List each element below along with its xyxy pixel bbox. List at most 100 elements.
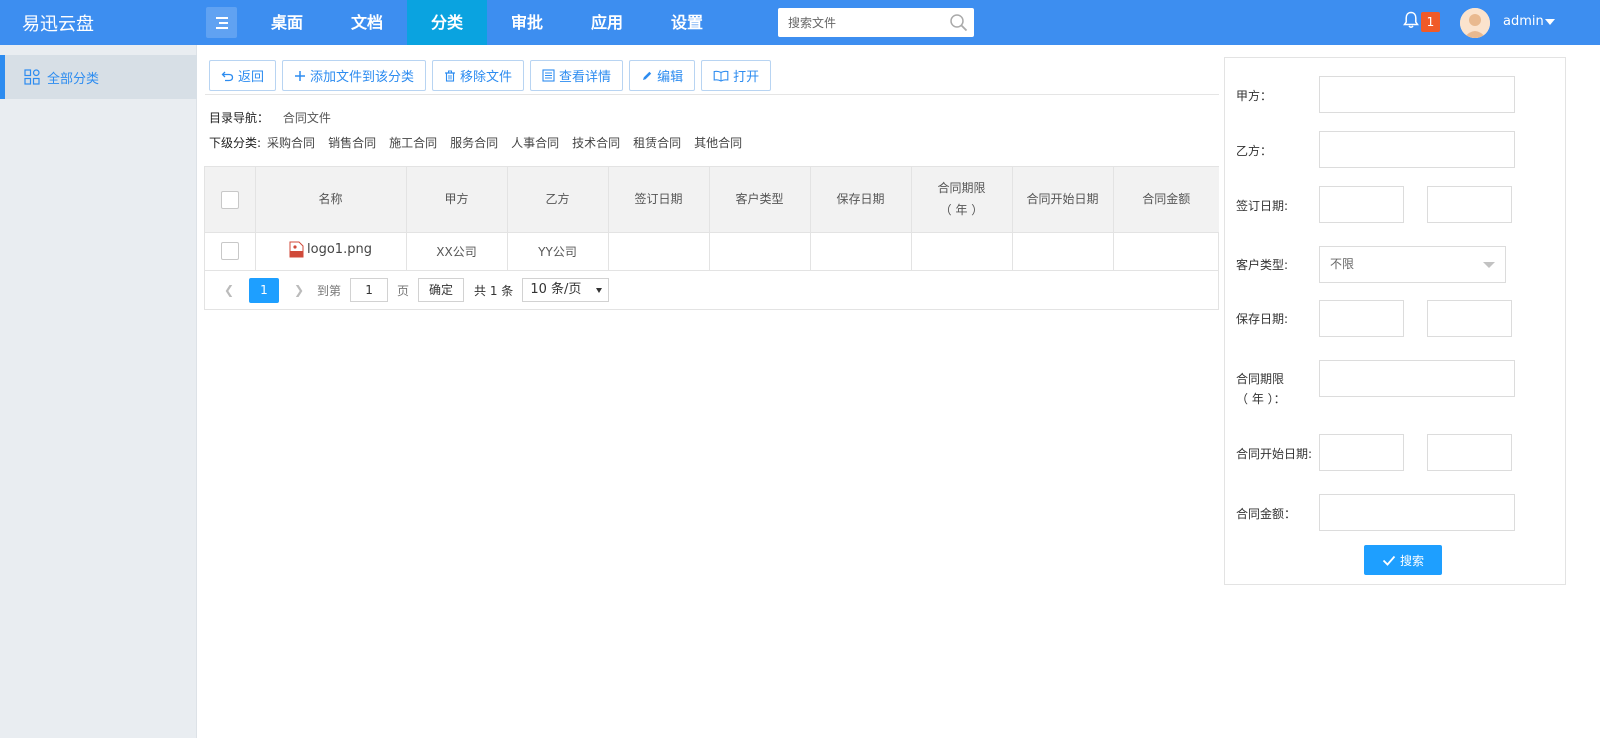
filter-party-b-input[interactable]	[1319, 131, 1515, 168]
subcategory-item-sales[interactable]: 销售合同	[328, 134, 376, 151]
filter-sign-date-start-input[interactable]	[1319, 186, 1404, 223]
header-party-b: 乙方	[507, 167, 609, 233]
caret-down-icon	[596, 288, 603, 293]
breadcrumb-label: 目录导航：	[209, 111, 270, 125]
open-button-label: 打开	[733, 70, 760, 85]
avatar[interactable]	[1460, 8, 1490, 38]
filter-save-date-end-input[interactable]	[1427, 300, 1512, 337]
subcategory-item-purchase[interactable]: 采购合同	[267, 134, 315, 151]
page-number-current[interactable]: 1	[249, 277, 279, 303]
remove-file-button-label: 移除文件	[460, 70, 513, 85]
caret-down-icon	[1483, 262, 1495, 268]
filter-amount-input[interactable]	[1319, 494, 1515, 531]
nav-settings[interactable]: 设置	[647, 0, 727, 45]
header-start-date: 合同开始日期	[1012, 167, 1114, 233]
user-menu-caret-icon[interactable]	[1545, 19, 1555, 25]
prev-page-icon[interactable]: ❮	[217, 283, 241, 297]
row-select-cell	[205, 232, 256, 271]
subcategory-item-construction[interactable]: 施工合同	[389, 134, 437, 151]
nav-apps[interactable]: 应用	[567, 0, 647, 45]
page-unit-label: 页	[397, 283, 410, 298]
header-save-date: 保存日期	[810, 167, 912, 233]
back-button-label: 返回	[238, 70, 265, 85]
page-size-select[interactable]: 10 条/页	[522, 278, 610, 302]
sidebar: 全部分类	[0, 45, 197, 738]
header-term-line1: 合同期限	[937, 181, 986, 196]
sidebar-item-all-categories[interactable]: 全部分类	[0, 55, 197, 99]
toolbar: 返回 添加文件到该分类 移除文件 查看详情 编辑 打开	[209, 60, 777, 91]
row-party-b-cell: YY公司	[507, 232, 609, 271]
filter-panel: 甲方： 乙方： 签订日期: 客户类型: 不限 保存日期: 合同期限 （ 年 ）：…	[1224, 57, 1566, 585]
table-header-row: 名称 甲方 乙方 签订日期 客户类型 保存日期 合同期限 （ 年 ） 合同开始日…	[205, 167, 1219, 233]
filter-customer-type-label: 客户类型:	[1236, 258, 1289, 272]
header-term-line2: （ 年 ）	[939, 203, 984, 218]
filter-amount-label: 合同金额：	[1236, 507, 1297, 521]
plus-icon	[295, 70, 306, 81]
header-customer-type: 客户类型	[709, 167, 811, 233]
filter-customer-type-select[interactable]: 不限	[1319, 246, 1506, 283]
filter-start-date-label: 合同开始日期:	[1236, 447, 1313, 461]
pagination: ❮ 1 ❯ 到第 页 确定 共 1 条 10 条/页	[205, 271, 1218, 309]
breadcrumb-current[interactable]: 合同文件	[283, 111, 331, 125]
subcategory-item-other[interactable]: 其他合同	[694, 134, 742, 151]
open-book-icon	[713, 70, 729, 82]
nav-documents[interactable]: 文档	[327, 0, 407, 45]
subcategory-list: 下级分类: 采购合同 销售合同 施工合同 服务合同 人事合同 技术合同 租赁合同…	[209, 134, 755, 151]
edit-button[interactable]: 编辑	[629, 60, 696, 91]
add-file-button[interactable]: 添加文件到该分类	[282, 60, 427, 91]
subcategory-item-hr[interactable]: 人事合同	[511, 134, 559, 151]
goto-confirm-button[interactable]: 确定	[418, 278, 465, 302]
menu-toggle-button[interactable]	[206, 7, 237, 38]
filter-save-date-label: 保存日期:	[1236, 312, 1289, 326]
view-details-button[interactable]: 查看详情	[530, 60, 624, 91]
header-sign-date: 签订日期	[608, 167, 710, 233]
filter-term-label-line1: 合同期限	[1236, 372, 1285, 386]
next-page-icon[interactable]: ❯	[287, 283, 311, 297]
row-party-a-cell: XX公司	[406, 232, 508, 271]
toolbar-divider	[205, 94, 1219, 95]
back-arrow-icon	[221, 71, 234, 81]
search-icon[interactable]	[949, 13, 968, 32]
header-name: 名称	[255, 167, 407, 233]
subcategory-item-service[interactable]: 服务合同	[450, 134, 498, 151]
row-name-cell: logo1.png	[255, 232, 407, 271]
row-save-date-cell	[810, 232, 912, 271]
filter-save-date-start-input[interactable]	[1319, 300, 1404, 337]
header-amount: 合同金额	[1113, 167, 1219, 233]
filter-party-a-label: 甲方：	[1236, 89, 1273, 103]
table-row[interactable]: logo1.png XX公司 YY公司	[205, 232, 1219, 271]
back-button[interactable]: 返回	[209, 60, 277, 91]
goto-page-input[interactable]	[350, 278, 389, 302]
nav-approval[interactable]: 审批	[487, 0, 567, 45]
row-amount-cell	[1113, 232, 1219, 271]
total-count: 共 1 条	[474, 283, 514, 298]
trash-icon	[445, 70, 456, 82]
remove-file-button[interactable]: 移除文件	[432, 60, 525, 91]
goto-label: 到第	[317, 283, 342, 298]
row-checkbox[interactable]	[220, 242, 239, 260]
select-all-checkbox[interactable]	[220, 190, 239, 209]
filter-term-input[interactable]	[1319, 360, 1515, 397]
subcategory-item-technical[interactable]: 技术合同	[572, 134, 620, 151]
subcategory-item-lease[interactable]: 租赁合同	[633, 134, 681, 151]
filter-party-a-input[interactable]	[1319, 76, 1515, 113]
nav-desktop[interactable]: 桌面	[247, 0, 327, 45]
edit-button-label: 编辑	[657, 70, 684, 85]
filter-start-date-from-input[interactable]	[1319, 434, 1404, 471]
bell-icon[interactable]	[1403, 11, 1419, 29]
breadcrumb: 目录导航： 合同文件	[209, 109, 331, 126]
user-avatar-icon	[1460, 8, 1490, 38]
open-button[interactable]: 打开	[701, 60, 772, 91]
row-term-cell	[911, 232, 1013, 271]
user-name[interactable]: admin	[1503, 14, 1544, 29]
filter-search-button[interactable]: 搜索	[1364, 545, 1442, 575]
search-input[interactable]	[778, 8, 943, 37]
row-start-date-cell	[1012, 232, 1114, 271]
filter-term-label: 合同期限 （ 年 ）：	[1236, 369, 1286, 409]
filter-sign-date-end-input[interactable]	[1427, 186, 1512, 223]
file-name-link[interactable]: logo1.png	[289, 241, 372, 258]
details-list-icon	[542, 69, 555, 82]
pencil-icon	[643, 71, 652, 80]
nav-categories[interactable]: 分类	[407, 0, 487, 45]
filter-start-date-to-input[interactable]	[1427, 434, 1512, 471]
